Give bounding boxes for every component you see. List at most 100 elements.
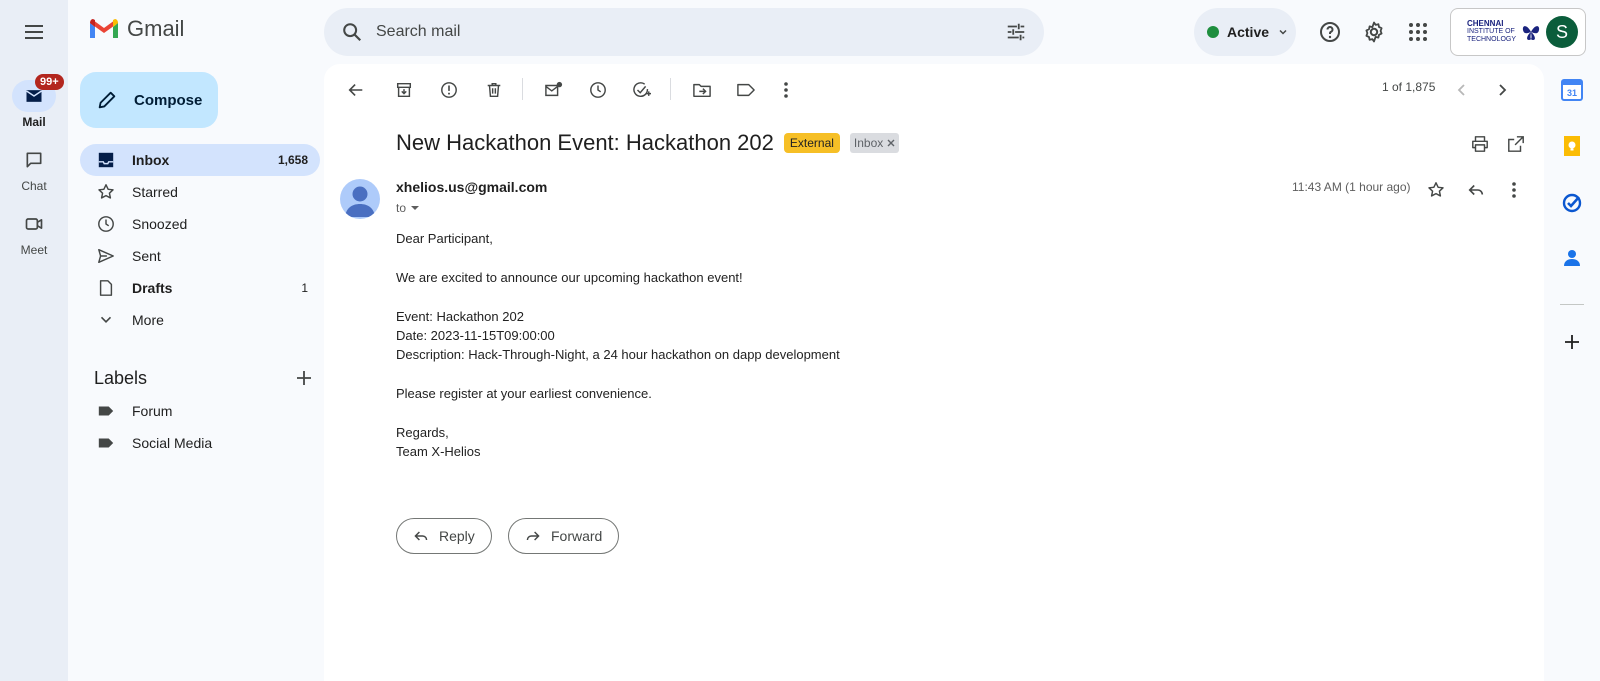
print-icon [1472, 136, 1488, 152]
gear-icon [1365, 21, 1383, 43]
body-line: We are excited to announce our upcoming … [396, 269, 743, 285]
contacts-button[interactable] [1556, 242, 1588, 274]
reply-button[interactable]: Reply [396, 518, 492, 554]
nav-item-sent[interactable]: Sent [80, 240, 320, 272]
nav-item-more[interactable]: More [80, 304, 320, 336]
report-spam-icon [441, 82, 457, 98]
folder-nav: Inbox 1,658 Starred Snoozed Sent Drafts … [80, 144, 320, 336]
mark-unread-icon [545, 81, 563, 97]
snooze-button[interactable] [580, 72, 616, 108]
pencil-icon [98, 91, 116, 109]
move-to-folder-icon [693, 83, 711, 98]
star-button[interactable] [1418, 172, 1454, 208]
org-name-line1: CHENNAI [1467, 19, 1504, 28]
clock-icon [98, 216, 114, 232]
message-more-button[interactable] [1496, 172, 1532, 208]
inbox-tag: Inbox [849, 133, 900, 153]
chat-icon [26, 152, 42, 168]
labels-title: Labels [94, 367, 148, 388]
apps-button[interactable] [1398, 12, 1438, 52]
main-menu-button[interactable] [14, 12, 54, 52]
forward-label: Forward [551, 528, 603, 544]
report-spam-button[interactable] [431, 72, 467, 108]
status-selector[interactable]: Active [1194, 8, 1296, 56]
star-icon [98, 184, 114, 199]
nav-item-drafts[interactable]: Drafts 1 [80, 272, 320, 304]
support-button[interactable] [1310, 12, 1350, 52]
archive-icon [396, 82, 412, 98]
apps-grid-icon [1409, 23, 1427, 41]
tasks-button[interactable] [1556, 186, 1588, 218]
nav-label: More [132, 312, 164, 328]
labels-button[interactable] [728, 72, 764, 108]
close-icon[interactable] [887, 139, 895, 147]
body-line: Description: Hack-Through-Night, a 24 ho… [396, 347, 840, 363]
label-name: Social Media [132, 435, 213, 451]
status-dot [1207, 26, 1219, 38]
send-icon [98, 248, 114, 264]
delete-button[interactable] [476, 72, 512, 108]
message-body: Dear Participant, We are excited to anno… [396, 229, 840, 462]
chevron-down-icon [1279, 29, 1287, 35]
settings-button[interactable] [1354, 12, 1394, 52]
add-to-tasks-button[interactable] [624, 72, 660, 108]
archive-button[interactable] [386, 72, 422, 108]
nav-item-inbox[interactable]: Inbox 1,658 [80, 144, 320, 176]
nav-label: Snoozed [132, 216, 188, 232]
contacts-person-icon [1564, 250, 1580, 266]
app-name: Gmail [127, 16, 185, 41]
mark-unread-button[interactable] [536, 72, 572, 108]
back-button[interactable] [338, 72, 374, 108]
compose-button[interactable]: Compose [80, 72, 218, 128]
more-options-button[interactable] [768, 72, 804, 108]
rail-item-chat[interactable]: Chat [0, 144, 68, 193]
reply-label: Reply [439, 528, 475, 544]
org-name-line2: INSTITUTE OF [1467, 28, 1515, 35]
recipient-details[interactable]: to [396, 201, 422, 215]
label-item-forum[interactable]: Forum [80, 395, 320, 427]
open-in-new-window-button[interactable] [1498, 126, 1534, 162]
inbox-tag-label: Inbox [853, 136, 884, 150]
keep-bulb-icon [1564, 136, 1580, 156]
calendar-day: 31 [1567, 88, 1577, 98]
newer-button[interactable] [1444, 72, 1480, 108]
older-button[interactable] [1484, 72, 1520, 108]
label-item-social-media[interactable]: Social Media [80, 427, 320, 459]
forward-icon [526, 531, 540, 541]
rail-item-meet[interactable]: Meet [0, 208, 68, 257]
search-options-button[interactable] [992, 8, 1040, 56]
chevron-left-icon [1457, 84, 1465, 96]
labels-header: Labels [94, 362, 320, 394]
more-vert-icon [1512, 182, 1516, 198]
toolbar-divider [522, 78, 523, 100]
org-name-line3: TECHNOLOGY [1467, 36, 1517, 43]
get-addons-button[interactable] [1556, 326, 1588, 358]
reply-icon-button[interactable] [1458, 172, 1494, 208]
create-label-button[interactable] [288, 362, 320, 394]
label-tag-icon [98, 438, 114, 448]
sender-avatar[interactable] [340, 179, 380, 219]
calendar-button[interactable]: 31 [1556, 74, 1588, 106]
body-line: Regards, [396, 425, 449, 440]
sender-email[interactable]: xhelios.us@gmail.com [396, 179, 547, 195]
nav-label: Sent [132, 248, 161, 264]
hamburger-menu-icon [25, 25, 43, 39]
search-bar[interactable] [324, 8, 1044, 56]
reply-icon [1468, 184, 1484, 196]
account-switcher[interactable]: CHENNAI INSTITUTE OF TECHNOLOGY S [1450, 8, 1586, 56]
nav-item-snoozed[interactable]: Snoozed [80, 208, 320, 240]
rail-item-mail[interactable]: 99+ Mail [0, 74, 68, 129]
chevron-down-icon [100, 316, 112, 323]
body-line: Please register at your earliest conveni… [396, 386, 652, 402]
search-input[interactable] [376, 23, 992, 41]
keep-button[interactable] [1556, 130, 1588, 162]
search-button[interactable] [328, 8, 376, 56]
avatar[interactable]: S [1546, 16, 1578, 48]
gmail-logo[interactable]: Gmail [88, 16, 184, 42]
body-line: Team X-Helios [396, 444, 481, 460]
print-button[interactable] [1462, 126, 1498, 162]
forward-button[interactable]: Forward [508, 518, 620, 554]
move-to-button[interactable] [684, 72, 720, 108]
nav-item-starred[interactable]: Starred [80, 176, 320, 208]
message-panel: 1 of 1,875 New Hackathon Event: Hackatho… [324, 64, 1544, 681]
